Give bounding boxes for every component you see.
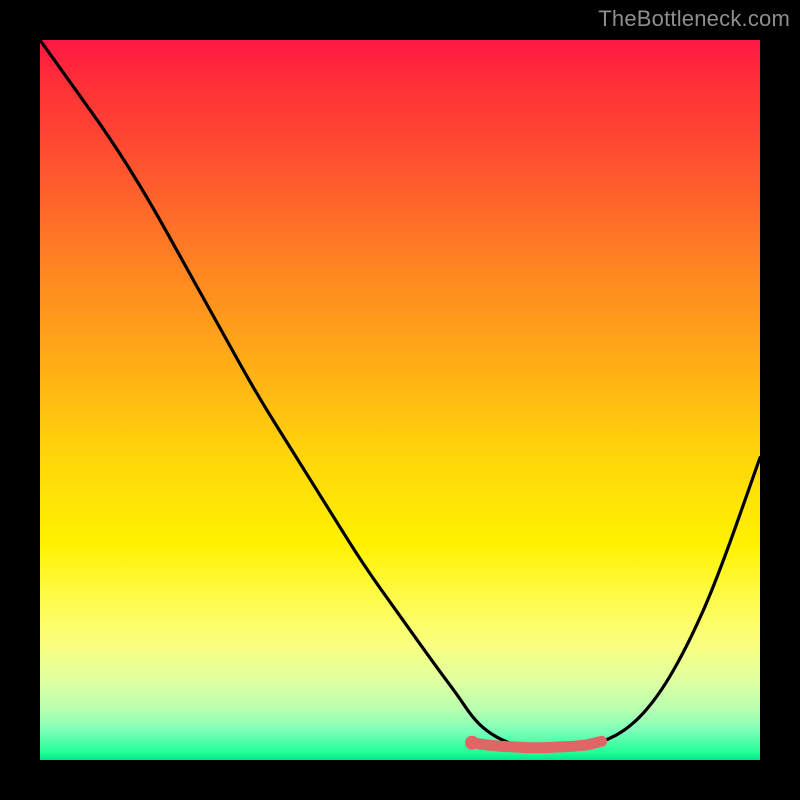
bottleneck-curve — [40, 40, 760, 748]
valley-band — [472, 741, 602, 747]
curve-layer — [40, 40, 760, 760]
watermark-text: TheBottleneck.com — [598, 6, 790, 32]
valley-start-dot — [465, 736, 479, 750]
plot-area — [40, 40, 760, 760]
valley-end-dot — [597, 736, 607, 746]
chart-frame: TheBottleneck.com — [0, 0, 800, 800]
valley-markers — [465, 736, 607, 750]
